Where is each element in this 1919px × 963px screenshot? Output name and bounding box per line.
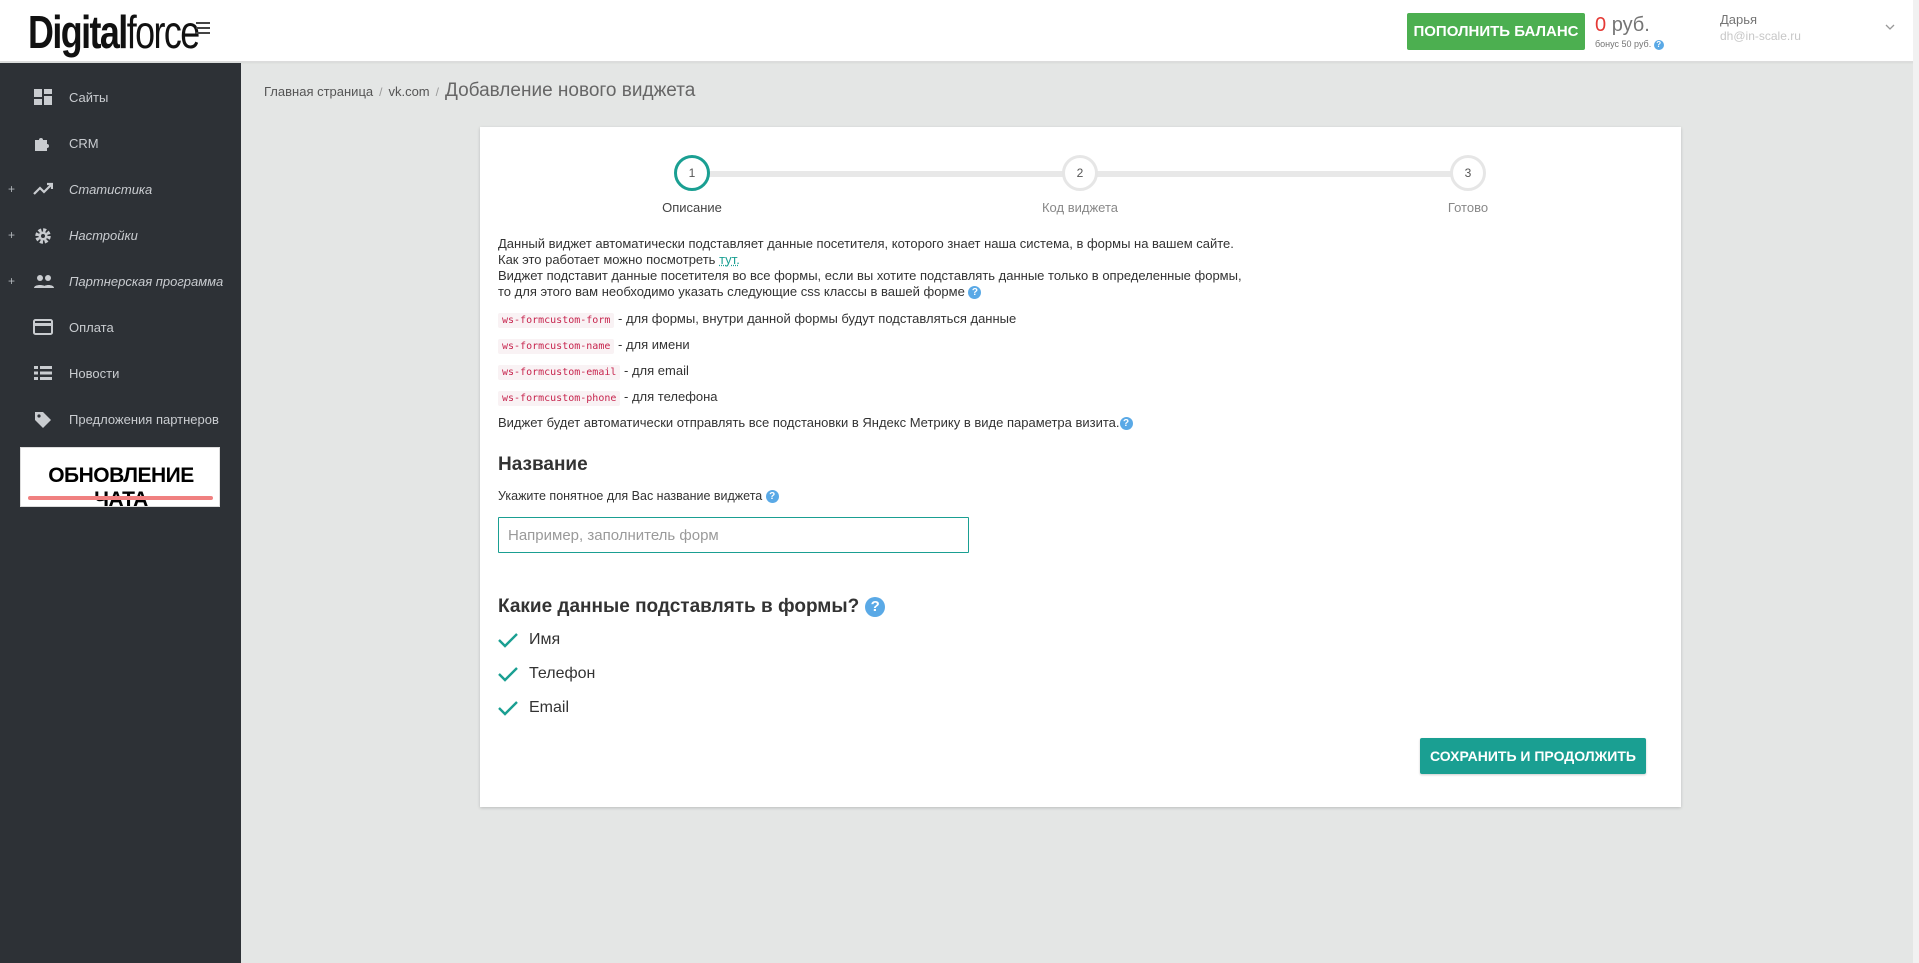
balance-amount: 0 bbox=[1595, 14, 1607, 36]
name-hint-text: Укажите понятное для Вас название виджет… bbox=[498, 489, 763, 503]
sidebar-item-payment[interactable]: Оплата bbox=[0, 307, 241, 347]
css-class-code: ws-formcustom-form bbox=[498, 313, 615, 328]
credit-card-icon bbox=[33, 318, 53, 336]
name-section-title: Название bbox=[498, 454, 588, 475]
step-2[interactable]: 2 bbox=[1062, 155, 1098, 191]
css-class-row: ws-formcustom-phone - для телефона bbox=[498, 389, 718, 406]
sidebar-item-label: Статистика bbox=[69, 181, 153, 197]
description-line: то для этого вам необходимо указать след… bbox=[498, 284, 965, 299]
sidebar-item-label: CRM bbox=[69, 135, 99, 151]
step-2-label: Код виджета bbox=[1041, 200, 1118, 215]
sidebar-item-label: Настройки bbox=[69, 227, 138, 243]
expand-icon[interactable]: + bbox=[8, 228, 15, 242]
chevron-down-icon[interactable] bbox=[1885, 20, 1895, 30]
help-icon[interactable]: ? bbox=[968, 286, 982, 300]
help-icon[interactable]: ? bbox=[1119, 417, 1133, 431]
sidebar-item-partner-offers[interactable]: Предложения партнеров bbox=[0, 399, 241, 439]
user-name: Дарья bbox=[1720, 12, 1758, 27]
sidebar-item-label: Сайты bbox=[69, 89, 109, 105]
css-class-row: ws-formcustom-email - для email bbox=[498, 363, 689, 380]
sidebar-item-settings[interactable]: + Настройки bbox=[0, 215, 241, 255]
scrollbar[interactable] bbox=[1913, 0, 1919, 963]
top-bar: Digitalforce ПОПОЛНИТЬ БАЛАНС 0 руб. бон… bbox=[0, 0, 1919, 62]
help-icon[interactable]: ? bbox=[765, 490, 779, 504]
step-3-label: Готово bbox=[1447, 200, 1489, 215]
dashboard-icon bbox=[33, 88, 53, 106]
bonus-text: бонус 50 руб. bbox=[1595, 39, 1652, 49]
css-class-text: - для имени bbox=[618, 337, 690, 352]
description-line: Виджет подставит данные посетителя во вс… bbox=[498, 268, 1242, 283]
sidebar-item-crm[interactable]: CRM bbox=[0, 123, 241, 163]
name-hint: Укажите понятное для Вас название виджет… bbox=[498, 489, 779, 504]
checkbox-label: Email bbox=[529, 699, 570, 716]
sidebar-item-sites[interactable]: Сайты bbox=[0, 77, 241, 117]
sidebar-item-label: Предложения партнеров bbox=[69, 411, 219, 427]
banner-underline bbox=[28, 496, 213, 500]
save-and-continue-button[interactable]: СОХРАНИТЬ И ПРОДОЛЖИТЬ bbox=[1420, 738, 1646, 774]
step-1[interactable]: 1 bbox=[674, 155, 710, 191]
expand-icon[interactable]: + bbox=[8, 274, 15, 288]
css-class-row: ws-formcustom-name - для имени bbox=[498, 337, 690, 354]
balance-currency: руб. bbox=[1611, 14, 1650, 36]
topup-balance-button[interactable]: ПОПОЛНИТЬ БАЛАНС bbox=[1407, 13, 1585, 50]
css-class-text: - для формы, внутри данной формы будут п… bbox=[618, 311, 1017, 326]
breadcrumb: Главная страница / vk.com / Добавление н… bbox=[264, 80, 695, 102]
chat-update-banner[interactable]: ОБНОВЛЕНИЕ ЧАТА bbox=[20, 447, 220, 511]
gear-icon bbox=[33, 226, 53, 244]
sidebar-item-partner-program[interactable]: + Партнерская программа bbox=[0, 261, 241, 301]
checkbox-email[interactable]: Email bbox=[497, 696, 569, 720]
fields-title-text: Какие данные подставлять в формы? bbox=[498, 596, 860, 617]
widget-description: Данный виджет автоматически подставляет … bbox=[498, 236, 1398, 300]
banner-title: ОБНОВЛЕНИЕ ЧАТА bbox=[48, 464, 194, 511]
user-menu[interactable]: Дарья dh@in-scale.ru bbox=[1720, 12, 1801, 44]
breadcrumb-separator: / bbox=[435, 85, 439, 99]
css-class-text: - для телефона bbox=[624, 389, 718, 404]
checkbox-label: Телефон bbox=[529, 665, 596, 682]
description-line: Данный виджет автоматически подставляет … bbox=[498, 236, 1234, 251]
breadcrumb-home-link[interactable]: Главная страница bbox=[264, 84, 373, 99]
sidebar: Сайты CRM + Статистика + Настройки + Пар… bbox=[0, 63, 241, 963]
expand-icon[interactable]: + bbox=[8, 182, 15, 196]
checkmark-icon bbox=[498, 633, 518, 648]
sidebar-item-statistics[interactable]: + Статистика bbox=[0, 169, 241, 209]
help-icon[interactable]: ? bbox=[1653, 39, 1664, 50]
checkmark-icon bbox=[498, 667, 518, 682]
list-icon bbox=[33, 364, 53, 382]
metrika-text: Виджет будет автоматически отправлять вс… bbox=[498, 415, 1120, 430]
css-class-row: ws-formcustom-form - для формы, внутри д… bbox=[498, 311, 1017, 328]
fields-section-title: Какие данные подставлять в формы?? bbox=[498, 596, 886, 618]
widget-form-card bbox=[480, 127, 1681, 807]
checkbox-name[interactable]: Имя bbox=[497, 628, 560, 652]
people-icon bbox=[33, 272, 54, 290]
tag-icon bbox=[33, 410, 53, 428]
logo[interactable]: Digitalforce bbox=[28, 6, 200, 58]
css-class-code: ws-formcustom-phone bbox=[498, 391, 621, 406]
css-class-code: ws-formcustom-name bbox=[498, 339, 615, 354]
hamburger-menu-icon[interactable] bbox=[196, 22, 210, 34]
sidebar-item-label: Новости bbox=[69, 365, 120, 381]
sidebar-item-news[interactable]: Новости bbox=[0, 353, 241, 393]
checkbox-phone[interactable]: Телефон bbox=[497, 662, 595, 686]
widget-name-input[interactable] bbox=[498, 517, 969, 553]
breadcrumb-site-link[interactable]: vk.com bbox=[388, 84, 429, 99]
balance-display: 0 руб. бонус 50 руб. ? bbox=[1595, 12, 1664, 50]
how-it-works-link[interactable]: тут. bbox=[719, 252, 740, 267]
puzzle-icon bbox=[33, 134, 53, 152]
checkmark-icon bbox=[498, 701, 518, 716]
trending-up-icon bbox=[33, 180, 54, 198]
description-line: Как это работает можно посмотреть bbox=[498, 252, 716, 267]
css-class-code: ws-formcustom-email bbox=[498, 365, 621, 380]
step-1-label: Описание bbox=[662, 200, 722, 215]
sidebar-item-label: Оплата bbox=[69, 319, 114, 335]
step-3[interactable]: 3 bbox=[1450, 155, 1486, 191]
page-title: Добавление нового виджета bbox=[444, 80, 696, 101]
sidebar-item-label: Партнерская программа bbox=[69, 273, 224, 289]
metrika-note: Виджет будет автоматически отправлять вс… bbox=[498, 415, 1133, 431]
user-email: dh@in-scale.ru bbox=[1720, 29, 1801, 43]
breadcrumb-separator: / bbox=[379, 85, 383, 99]
css-class-text: - для email bbox=[624, 363, 689, 378]
checkbox-label: Имя bbox=[529, 631, 561, 648]
help-icon[interactable]: ? bbox=[865, 597, 886, 617]
